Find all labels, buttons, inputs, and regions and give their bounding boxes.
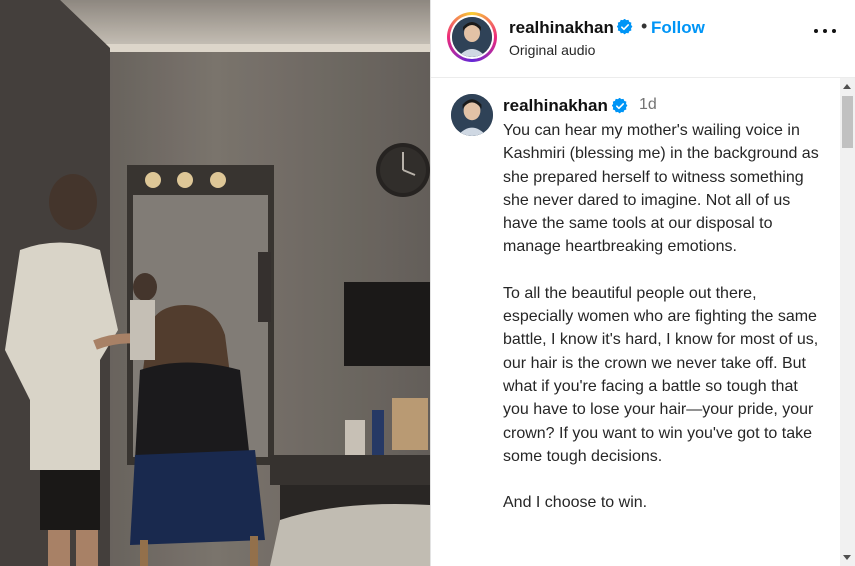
caption-paragraph: And I choose to win.	[503, 494, 648, 512]
caption-timestamp[interactable]: 1d	[639, 96, 657, 114]
post-video[interactable]	[0, 0, 430, 566]
avatar[interactable]	[451, 94, 493, 136]
separator-dot: •	[641, 16, 648, 36]
verified-badge-icon	[612, 98, 628, 117]
follow-button[interactable]: Follow	[651, 18, 705, 38]
post-details-panel: realhinakhan • Follow Original audio rea…	[430, 0, 855, 566]
story-ring[interactable]	[447, 12, 497, 62]
more-options-icon[interactable]	[814, 27, 836, 35]
verified-badge-icon	[617, 19, 633, 38]
caption-comment: realhinakhan 1d You can hear my mother's…	[431, 78, 841, 566]
instagram-post-view: realhinakhan • Follow Original audio rea…	[0, 0, 855, 566]
avatar	[452, 17, 492, 57]
scroll-down-icon[interactable]	[843, 555, 851, 560]
caption-paragraph: To all the beautiful people out there, e…	[503, 284, 819, 465]
scrollbar[interactable]	[840, 78, 855, 566]
scroll-up-icon[interactable]	[843, 84, 851, 89]
caption-text: You can hear my mother's wailing voice i…	[503, 119, 828, 514]
post-author-username[interactable]: realhinakhan	[509, 18, 614, 38]
caption-username[interactable]: realhinakhan	[503, 96, 608, 116]
video-frame-illustration	[0, 0, 430, 566]
caption-paragraph: You can hear my mother's wailing voice i…	[503, 122, 819, 256]
scrollbar-thumb[interactable]	[842, 96, 853, 148]
post-header: realhinakhan • Follow Original audio	[431, 0, 855, 78]
audio-label[interactable]: Original audio	[509, 42, 595, 58]
